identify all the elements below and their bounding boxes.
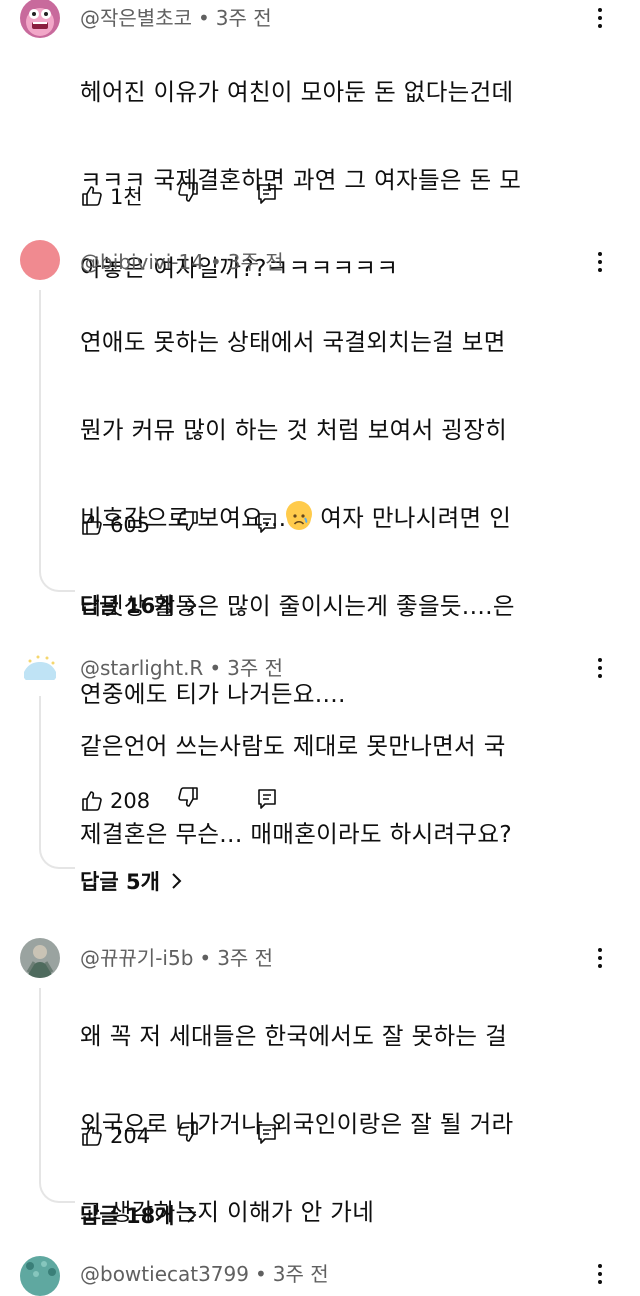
comment-actions: 1천	[80, 178, 276, 214]
reply-button[interactable]	[256, 1122, 278, 1150]
comment-actions: 204	[80, 1118, 276, 1154]
thread-connector	[39, 845, 75, 869]
avatar[interactable]	[20, 1256, 60, 1296]
thread-connector	[39, 568, 75, 592]
dislike-button[interactable]	[176, 180, 200, 208]
reply-button[interactable]	[256, 182, 278, 210]
author-handle[interactable]: @bowtiecat3799	[80, 1262, 249, 1286]
dislike-button[interactable]	[176, 1120, 200, 1148]
chevron-right-icon	[186, 597, 196, 613]
comment-meta: @bowtiecat3799 • 3주 전	[80, 1258, 329, 1287]
comment-line: 연애도 못하는 상태에서 국결외치는걸 보면	[80, 328, 506, 356]
comment-line: 외국으로 나가거나 외국인이랑은 잘 될 거라	[80, 1110, 514, 1138]
more-vertical-icon[interactable]	[588, 246, 612, 278]
comment-line: ㅋㅋㅋ 국제결혼하면 과연 그 여자들은 돈 모	[80, 166, 522, 194]
thumbs-down-icon	[178, 511, 198, 531]
like-count: 605	[110, 513, 151, 537]
comment-line: 제결혼은 무슨... 매매혼이라도 하시려구요?	[80, 820, 513, 848]
avatar-image	[20, 1256, 60, 1296]
reply-comment-icon	[258, 513, 276, 533]
comment-actions: 605	[80, 507, 276, 543]
avatar-image	[20, 938, 60, 978]
thumbs-down-icon	[178, 787, 198, 807]
meta-separator: •	[209, 250, 222, 274]
comment-meta: @뀨뀨기-i5b • 3주 전	[80, 942, 273, 971]
comment-line: 같은언어 쓰는사람도 제대로 못만나면서 국	[80, 732, 506, 760]
sad-face-emoji-icon	[286, 501, 313, 530]
avatar[interactable]	[20, 240, 60, 280]
comment-line: 왜 꼭 저 세대들은 한국에서도 잘 못하는 걸	[80, 1022, 508, 1050]
avatar[interactable]	[20, 938, 60, 978]
like-count: 1천	[110, 185, 143, 209]
meta-separator: •	[199, 946, 212, 970]
like-count: 208	[110, 789, 151, 813]
avatar-cartoon-image	[20, 0, 60, 38]
like-button[interactable]: 1천	[80, 181, 143, 211]
reply-button[interactable]	[256, 511, 278, 539]
reply-comment-icon	[258, 1124, 276, 1144]
thread-line	[39, 696, 41, 846]
comment-text: 왜 꼭 저 세대들은 한국에서도 잘 못하는 걸 외국으로 나가거나 외국인이랑…	[80, 970, 620, 1278]
dislike-button[interactable]	[176, 785, 200, 813]
replies-count-label: 답글 18개	[80, 1204, 175, 1228]
more-vertical-icon[interactable]	[588, 1258, 612, 1290]
thread-connector	[39, 1179, 75, 1203]
comment-meta: @starlight.R • 3주 전	[80, 652, 283, 681]
like-button[interactable]: 208	[80, 789, 150, 813]
avatar[interactable]	[20, 0, 60, 38]
thumbs-down-icon	[178, 182, 198, 202]
avatar[interactable]	[20, 646, 60, 686]
timestamp: 3주 전	[227, 656, 284, 680]
like-button[interactable]: 204	[80, 1124, 150, 1148]
timestamp: 3주 전	[272, 1262, 329, 1286]
author-handle[interactable]: @starlight.R	[80, 656, 203, 680]
reply-comment-icon	[258, 184, 276, 204]
meta-separator: •	[254, 1262, 267, 1286]
thumbs-up-icon	[82, 791, 102, 811]
reply-button[interactable]	[256, 787, 278, 815]
view-replies-button[interactable]: 답글 16개	[80, 590, 197, 620]
comment-line-with-emoji: 비호감으로 보여요... 여자 만나시려면 인	[80, 496, 620, 540]
timestamp: 3주 전	[227, 250, 284, 274]
reply-comment-icon	[258, 789, 276, 809]
replies-count-label: 답글 16개	[80, 594, 175, 618]
comment-actions: 208	[80, 783, 276, 819]
like-button[interactable]: 605	[80, 513, 150, 537]
comment-meta: @bibivivi-14 • 3주 전	[80, 246, 284, 275]
thumbs-down-icon	[178, 1122, 198, 1142]
timestamp: 3주 전	[217, 946, 274, 970]
thread-line	[39, 988, 41, 1180]
like-count: 204	[110, 1124, 151, 1148]
view-replies-button[interactable]: 답글 5개	[80, 866, 182, 896]
dislike-button[interactable]	[176, 509, 200, 537]
thumbs-up-icon	[82, 1126, 102, 1146]
thumbs-up-icon	[82, 186, 102, 206]
thumbs-up-icon	[82, 515, 102, 535]
author-handle[interactable]: @뀨뀨기-i5b	[80, 946, 193, 970]
thread-line	[39, 290, 41, 570]
comment-line: 뭔가 커뮤 많이 하는 것 처럼 보여서 굉장히	[80, 416, 508, 444]
chevron-right-icon	[172, 873, 182, 889]
meta-separator: •	[209, 656, 222, 680]
chevron-right-icon	[186, 1207, 196, 1223]
view-replies-button[interactable]: 답글 18개	[80, 1200, 197, 1230]
replies-count-label: 답글 5개	[80, 870, 160, 894]
avatar-image	[20, 646, 60, 686]
author-handle[interactable]: @bibivivi-14	[80, 250, 204, 274]
comment-line: 헤어진 이유가 여친이 모아둔 돈 없다는건데	[80, 78, 514, 106]
